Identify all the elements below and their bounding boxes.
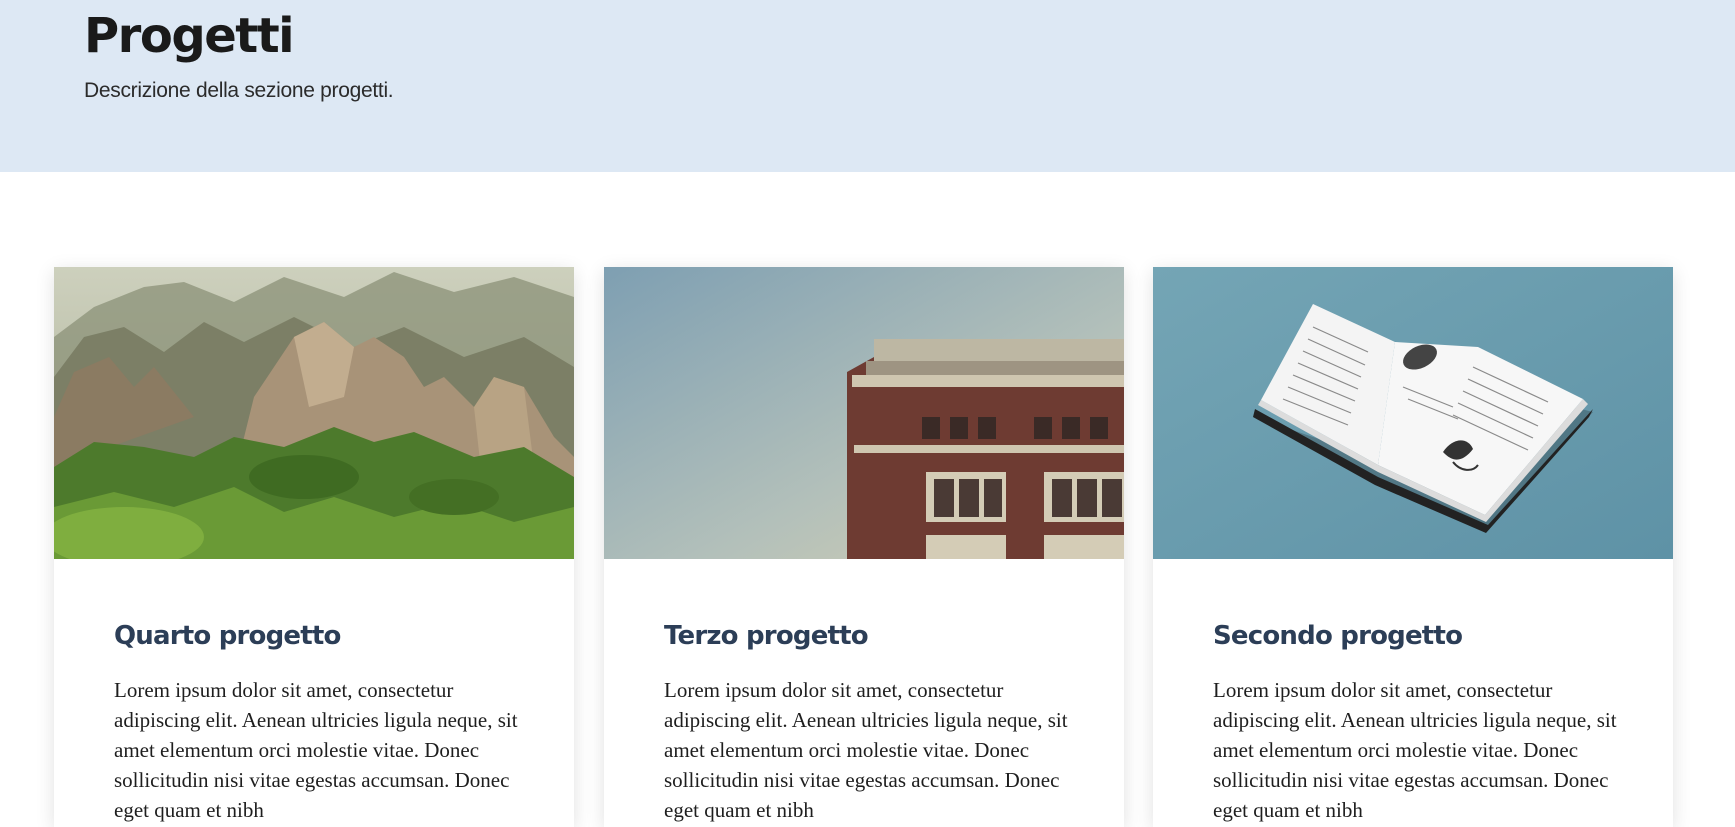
- mountain-landscape-image: [54, 267, 574, 559]
- project-title[interactable]: Terzo progetto: [664, 619, 869, 653]
- project-title[interactable]: Secondo progetto: [1213, 619, 1463, 653]
- page-title: Progetti: [84, 8, 295, 64]
- page-description: Descrizione della sezione progetti.: [84, 79, 394, 102]
- project-card-secondo[interactable]: Secondo progetto Lorem ipsum dolor sit a…: [1153, 267, 1673, 827]
- project-card-quarto[interactable]: Quarto progetto Lorem ipsum dolor sit am…: [54, 267, 574, 827]
- project-image-book[interactable]: [1153, 267, 1673, 559]
- project-description: Lorem ipsum dolor sit amet, consectetur …: [114, 678, 518, 822]
- building-facade-image: [604, 267, 1124, 559]
- project-image-building[interactable]: [604, 267, 1124, 559]
- open-book-image: [1153, 267, 1673, 559]
- project-image-mountains[interactable]: [54, 267, 574, 559]
- project-title[interactable]: Quarto progetto: [114, 619, 341, 653]
- page-header: Progetti Descrizione della sezione proge…: [0, 0, 1735, 172]
- project-description: Lorem ipsum dolor sit amet, consectetur …: [664, 678, 1068, 822]
- project-card-terzo[interactable]: Terzo progetto Lorem ipsum dolor sit ame…: [604, 267, 1124, 827]
- project-description: Lorem ipsum dolor sit amet, consectetur …: [1213, 678, 1617, 822]
